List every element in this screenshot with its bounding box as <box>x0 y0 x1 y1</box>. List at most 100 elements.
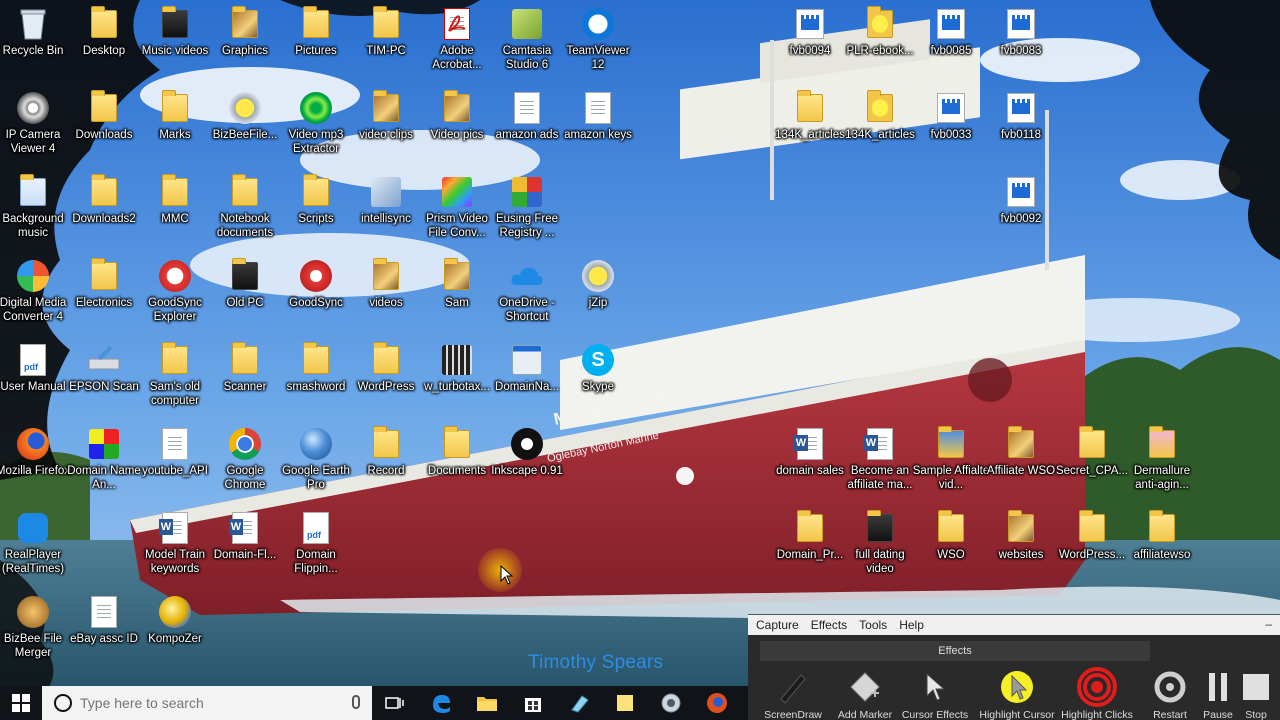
desktop-icon-graphics[interactable]: Graphics <box>209 6 281 58</box>
desktop-icon-fvb0085[interactable]: fvb0085 <box>915 6 987 58</box>
desktop-icon-domain-sales[interactable]: domain sales <box>774 426 846 478</box>
desktop-icon-skype[interactable]: S Skype <box>562 342 634 394</box>
desktop-icon-digital-media-converter[interactable]: Digital Media Converter 4 <box>0 258 69 324</box>
desktop-icon-epson-scan[interactable]: EPSON Scan <box>68 342 140 394</box>
desktop-icon-old-pc[interactable]: Old PC <box>209 258 281 310</box>
desktop-icon-134k-articles-b[interactable]: 134K_articles <box>844 90 916 142</box>
desktop-icon-electronics[interactable]: Electronics <box>68 258 140 310</box>
desktop-icon-model-train-keywords[interactable]: Model Train keywords <box>139 510 211 576</box>
desktop-icon-onedrive[interactable]: OneDrive - Shortcut <box>491 258 563 324</box>
desktop-icon-goodsync-explorer[interactable]: GoodSync Explorer <box>139 258 211 324</box>
desktop-icon-affiliate-wso[interactable]: Affiliate WSO <box>985 426 1057 478</box>
menu-tools[interactable]: Tools <box>855 618 895 632</box>
desktop-icon-prism-video[interactable]: Prism Video File Conv... <box>421 174 493 240</box>
desktop-icon-recycle-bin[interactable]: Recycle Bin <box>0 6 69 58</box>
screendraw-button[interactable]: ScreenDraw <box>758 667 828 720</box>
desktop-icon-websites[interactable]: websites <box>985 510 1057 562</box>
highlight-cursor-button[interactable]: Highlight Cursor <box>979 667 1055 720</box>
desktop-icon-kompozer[interactable]: KompoZer <box>139 594 211 646</box>
desktop-icon-firefox[interactable]: Mozilla Firefox <box>0 426 70 478</box>
desktop-icon-dermallure[interactable]: Dermallure anti-agin... <box>1126 426 1198 492</box>
desktop-icon-mmc[interactable]: MMC <box>139 174 211 226</box>
taskbar-notes[interactable] <box>602 686 648 720</box>
desktop-icon-downloads2[interactable]: Downloads2 <box>68 174 140 226</box>
minimize-button[interactable]: – <box>1265 617 1272 631</box>
desktop-icon-secret-cpa[interactable]: Secret_CPA... <box>1056 426 1128 478</box>
desktop-icon-domain-pr[interactable]: Domain_Pr... <box>774 510 846 562</box>
desktop-icon-134k-articles-a[interactable]: 134K_articles <box>774 90 846 142</box>
desktop-icon-fvb0094[interactable]: fvb0094 <box>774 6 846 58</box>
desktop-icon-bizbee-file-merger[interactable]: BizBee File Merger <box>0 594 69 660</box>
desktop-icon-domainna[interactable]: DomainNa... <box>491 342 563 394</box>
desktop-icon-videos[interactable]: videos <box>350 258 422 310</box>
microphone-icon[interactable] <box>352 695 360 709</box>
desktop-icon-camtasia[interactable]: Camtasia Studio 6 <box>491 6 563 72</box>
desktop-icon-notebook-documents[interactable]: Notebook documents <box>209 174 281 240</box>
desktop-icon-video-pics[interactable]: Video pics <box>421 90 493 142</box>
desktop-icon-jzip[interactable]: jZip <box>562 258 634 310</box>
desktop-icon-video-mp3-extractor[interactable]: Video mp3 Extractor <box>280 90 352 156</box>
desktop-icon-scripts[interactable]: Scripts <box>280 174 352 226</box>
desktop-icon-wordpress-dots[interactable]: WordPress... <box>1056 510 1128 562</box>
desktop-icon-marks[interactable]: Marks <box>139 90 211 142</box>
desktop-icon-wordpress-folder[interactable]: WordPress <box>350 342 422 394</box>
desktop-icon-realplayer[interactable]: RealPlayer (RealTimes) <box>0 510 69 576</box>
desktop-icon-pictures[interactable]: Pictures <box>280 6 352 58</box>
desktop-icon-record[interactable]: Record <box>350 426 422 478</box>
desktop-icon-bizbeefile[interactable]: BizBeeFile... <box>209 90 281 142</box>
taskbar-file-explorer[interactable] <box>464 686 510 720</box>
desktop-icon-teamviewer[interactable]: TeamViewer 12 <box>562 6 634 72</box>
cursor-effects-button[interactable]: Cursor Effects <box>900 667 970 720</box>
desktop-icon-sam[interactable]: Sam <box>421 258 493 310</box>
stop-button[interactable]: Stop <box>1232 667 1280 720</box>
desktop-icon-documents[interactable]: Documents <box>421 426 493 478</box>
menu-effects[interactable]: Effects <box>807 618 855 632</box>
desktop-icon-music-videos[interactable]: Music videos <box>139 6 211 58</box>
menu-capture[interactable]: Capture <box>752 618 807 632</box>
highlight-clicks-button[interactable]: Highlight Clicks <box>1061 667 1133 720</box>
task-view-button[interactable] <box>372 686 418 720</box>
desktop-icon-intellisync[interactable]: intellisync <box>350 174 422 226</box>
desktop-icon-adobe-acrobat[interactable]: Adobe Acrobat... <box>421 6 493 72</box>
desktop-icon-ip-camera-viewer[interactable]: IP Camera Viewer 4 <box>0 90 69 156</box>
menu-help[interactable]: Help <box>895 618 932 632</box>
desktop-icon-fvb0033[interactable]: fvb0033 <box>915 90 987 142</box>
desktop-icon-fvb0083[interactable]: fvb0083 <box>985 6 1057 58</box>
desktop-icon-downloads[interactable]: Downloads <box>68 90 140 142</box>
desktop-icon-plr-ebook[interactable]: PLR-ebook... <box>844 6 916 58</box>
desktop-icon-video-clips[interactable]: video clips <box>350 90 422 142</box>
desktop-icon-wso[interactable]: WSO <box>915 510 987 562</box>
desktop-icon-domain-flippin[interactable]: Domain Flippin... <box>280 510 352 576</box>
start-button[interactable] <box>0 686 42 720</box>
desktop-icon-full-dating-video[interactable]: full dating video <box>844 510 916 576</box>
taskbar-app-blue[interactable] <box>556 686 602 720</box>
desktop-icon-google-chrome[interactable]: Google Chrome <box>209 426 281 492</box>
desktop-icon-become-affiliate[interactable]: Become an affiliate ma... <box>844 426 916 492</box>
search-box[interactable] <box>42 686 372 720</box>
desktop-icon-domain-name-an[interactable]: Domain Name An... <box>67 426 141 492</box>
desktop-icon-amazon-keys[interactable]: amazon keys <box>562 90 634 142</box>
desktop-icon-google-earth-pro[interactable]: Google Earth Pro <box>280 426 352 492</box>
taskbar-firefox[interactable] <box>694 686 740 720</box>
add-marker-button[interactable]: Add Marker <box>830 667 900 720</box>
taskbar-edge[interactable] <box>418 686 464 720</box>
desktop-icon-eusing-registry[interactable]: Eusing Free Registry ... <box>491 174 563 240</box>
desktop-icon-sams-old-computer[interactable]: Sam's old computer <box>139 342 211 408</box>
desktop-icon-affiliatewso[interactable]: affiliatewso <box>1126 510 1198 562</box>
desktop-icon-sample-affiliate-vid[interactable]: Sample Affialte vid... <box>913 426 989 492</box>
taskbar-store[interactable] <box>510 686 556 720</box>
desktop-icon-domain-fl[interactable]: Domain-Fl... <box>209 510 281 562</box>
desktop-icon-youtube-api[interactable]: youtube_API <box>139 426 211 478</box>
desktop-icon-desktop-folder[interactable]: Desktop <box>68 6 140 58</box>
desktop-icon-background-music[interactable]: Background music <box>0 174 69 240</box>
desktop-icon-scanner[interactable]: Scanner <box>209 342 281 394</box>
desktop-icon-ebay-assc-id[interactable]: eBay assc ID <box>68 594 140 646</box>
desktop-icon-inkscape[interactable]: Inkscape 0.91 <box>491 426 563 478</box>
desktop-icon-user-manual[interactable]: User Manual <box>0 342 69 394</box>
desktop-icon-amazon-ads[interactable]: amazon ads <box>491 90 563 142</box>
desktop-icon-tim-pc[interactable]: TIM-PC <box>350 6 422 58</box>
desktop-icon-w-turbotax[interactable]: w_turbotax... <box>421 342 493 394</box>
taskbar-recorder[interactable] <box>648 686 694 720</box>
desktop-icon-smashword[interactable]: smashword <box>280 342 352 394</box>
desktop-icon-goodsync[interactable]: GoodSync <box>280 258 352 310</box>
